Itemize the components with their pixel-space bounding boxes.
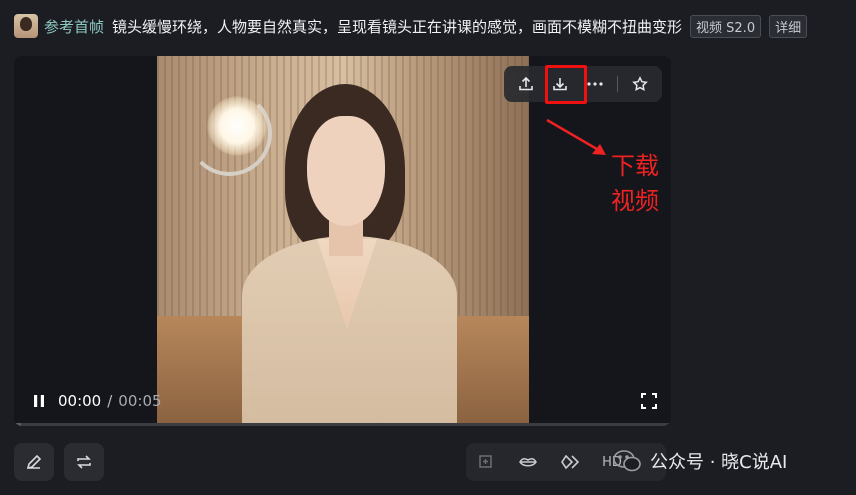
reference-frame-thumbnail[interactable]: [14, 14, 38, 38]
player-controls: 00:00 / 00:05: [14, 376, 671, 426]
toolbar-divider: [616, 76, 618, 92]
time-separator: /: [107, 392, 113, 410]
video-frame: [157, 56, 529, 426]
repeat-icon: [77, 455, 91, 469]
favorite-button[interactable]: [626, 70, 654, 98]
watermark-text: 公众号 · 晓C说AI: [650, 452, 788, 473]
edit-button[interactable]: [14, 443, 54, 481]
ring-light: [207, 96, 267, 156]
star-icon: [632, 76, 648, 91]
lip-sync-button[interactable]: [518, 452, 538, 472]
presenter: [307, 116, 385, 226]
more-icon: [587, 82, 603, 86]
crop-add-icon: [479, 455, 492, 468]
pencil-icon: [26, 454, 42, 470]
prompt-row: 参考首帧 镜头缓慢环绕，人物要自然真实，呈现看镜头正在讲课的感觉，画面不模糊不扭…: [14, 13, 808, 39]
regenerate-button[interactable]: [64, 443, 104, 481]
progress-bar[interactable]: [14, 423, 671, 426]
progress-fill: [14, 423, 21, 426]
pause-button[interactable]: [28, 390, 50, 412]
annotation-arrow: [546, 118, 606, 155]
video-player[interactable]: 下载视频 00:00 / 00:05: [14, 56, 671, 426]
download-highlight-box: [545, 65, 587, 104]
lips-icon: [519, 457, 537, 467]
fullscreen-button[interactable]: [639, 391, 659, 411]
upload-button[interactable]: [512, 70, 540, 98]
current-time: 00:00: [58, 392, 102, 410]
prompt-text: 镜头缓慢环绕，人物要自然真实，呈现看镜头正在讲课的感觉，画面不模糊不扭曲变形: [112, 17, 683, 36]
frame-interpolation-button[interactable]: [560, 452, 580, 472]
crop-button[interactable]: [476, 452, 496, 472]
bottom-action-bar: [14, 443, 104, 481]
reference-frame-label[interactable]: 参考首帧: [44, 16, 104, 37]
upload-icon: [519, 76, 533, 91]
model-tag: 视频 S2.0: [690, 14, 762, 38]
wechat-icon: [613, 450, 641, 472]
diamond-icon: [561, 454, 580, 470]
annotation-label: 下载视频: [611, 152, 659, 215]
pause-icon: [34, 395, 44, 407]
total-time: 00:05: [118, 392, 162, 410]
watermark: 公众号 · 晓C说AI: [612, 448, 787, 474]
cropped-heading: [14, 0, 134, 8]
details-tag[interactable]: 详细: [769, 14, 808, 38]
fullscreen-icon: [641, 393, 657, 409]
